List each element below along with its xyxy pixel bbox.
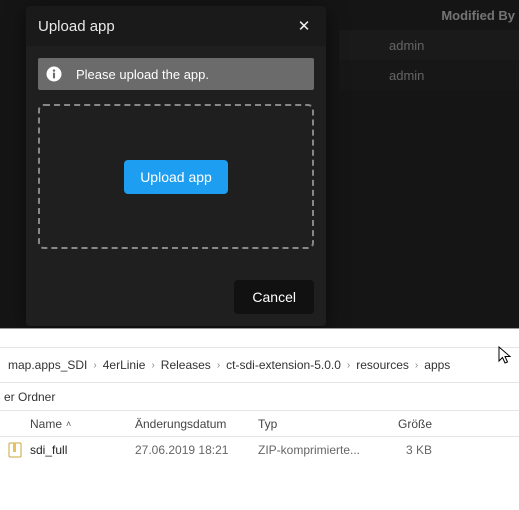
sort-ascending-icon: ˄ [66,419,71,429]
column-header-name[interactable]: Name ˄ [22,417,127,431]
close-icon[interactable]: ✕ [294,16,314,36]
breadcrumb[interactable]: map.apps_SDI› 4erLinie› Releases› ct-sdi… [0,347,519,383]
notice-text: Please upload the app. [70,67,314,82]
zip-file-icon [0,442,22,458]
breadcrumb-segment[interactable]: ct-sdi-extension-5.0.0 [222,358,345,372]
breadcrumb-segment[interactable]: resources [352,358,413,372]
breadcrumb-segment[interactable]: Releases [157,358,215,372]
cancel-button[interactable]: Cancel [234,280,314,314]
dialog-title: Upload app [38,18,294,35]
info-icon [38,65,70,83]
file-explorer: map.apps_SDI› 4erLinie› Releases› ct-sdi… [0,328,519,510]
file-type: ZIP-komprimierte... [250,443,372,457]
column-headers: Name ˄ Änderungsdatum Typ Größe [0,411,519,437]
upload-app-dialog: Upload app ✕ Please upload the app. Uplo… [26,6,326,326]
column-header-date[interactable]: Änderungsdatum [127,417,250,431]
breadcrumb-segment[interactable]: map.apps_SDI [4,358,91,372]
breadcrumb-segment[interactable]: 4erLinie [99,358,150,372]
chevron-right-icon: › [345,360,352,371]
file-name: sdi_full [22,443,127,457]
column-label: Name [30,417,62,431]
upload-dropzone[interactable]: Upload app [38,104,314,249]
chevron-right-icon: › [149,360,156,371]
file-row[interactable]: sdi_full 27.06.2019 18:21 ZIP-komprimier… [0,437,519,463]
chevron-right-icon: › [413,360,420,371]
chevron-right-icon: › [215,360,222,371]
file-date: 27.06.2019 18:21 [127,443,250,457]
chevron-right-icon: › [91,360,98,371]
file-size: 3 KB [372,443,462,457]
breadcrumb-segment[interactable]: apps [420,358,454,372]
info-notice: Please upload the app. [38,58,314,90]
explorer-toolbar[interactable]: er Ordner [0,383,519,411]
column-header-type[interactable]: Typ [250,417,372,431]
upload-app-button[interactable]: Upload app [124,160,228,194]
column-header-size[interactable]: Größe [372,417,462,431]
